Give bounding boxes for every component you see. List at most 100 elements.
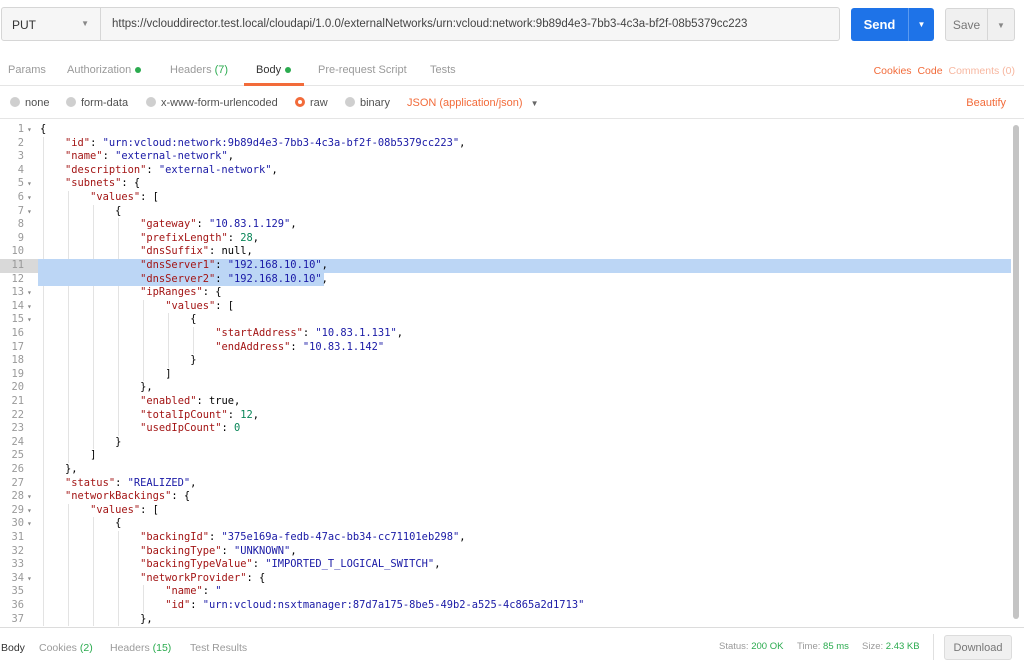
editor-line: 17 "endAddress": "10.83.1.142" (0, 341, 1011, 355)
code-text: "values": [ (165, 299, 235, 312)
code-editor[interactable]: 1 ▾{2 "id": "urn:vcloud:network:9b89d4e3-7… (0, 121, 1024, 626)
status-value: 200 OK (751, 641, 784, 652)
line-number: 20 (11, 381, 24, 394)
tab-params-label: Params (8, 64, 46, 76)
fold-toggle-icon[interactable]: ▾ (27, 191, 32, 205)
code-text: { (115, 204, 122, 217)
line-number: 3 (17, 150, 24, 163)
chevron-down-icon: ▼ (997, 21, 1005, 30)
editor-line: 8 "gateway": "10.83.1.129", (0, 218, 1011, 232)
code-text: }, (140, 381, 153, 394)
line-number: 4 (17, 163, 24, 176)
size-label: Size: (862, 641, 884, 652)
editor-line: 25] (0, 449, 1011, 463)
tab-body[interactable]: Body (256, 64, 292, 76)
line-number: 1 (17, 123, 24, 135)
response-tab-cookies[interactable]: Cookies (2) (39, 642, 93, 654)
line-number: 26 (11, 463, 24, 475)
send-button[interactable]: Send (851, 8, 908, 41)
code-text: ] (165, 367, 172, 380)
tab-pre-request-script[interactable]: Pre-request Script (318, 64, 407, 76)
fold-toggle-icon[interactable]: ▾ (27, 572, 32, 586)
response-tab-body[interactable]: Body (1, 642, 25, 654)
tab-headers-count: (7) (214, 64, 229, 76)
body-type-raw[interactable]: raw (295, 97, 328, 109)
line-number: 19 (11, 367, 24, 380)
save-button[interactable]: Save (945, 8, 988, 41)
beautify-link[interactable]: Beautify (966, 97, 1006, 109)
fold-toggle-icon[interactable]: ▾ (27, 313, 32, 327)
radio-icon (10, 97, 20, 107)
body-type-form-data[interactable]: form-data (66, 97, 128, 109)
send-options-button[interactable]: ▼ (908, 8, 934, 41)
response-tab-test-results-label: Test Results (190, 642, 248, 654)
editor-line: 36 "id": "urn:vcloud:nsxtmanager:87d7a175… (0, 599, 1011, 613)
code-text: "endAddress": "10.83.1.142" (215, 340, 385, 353)
line-number: 28 (11, 490, 24, 503)
code-text: "id": "urn:vcloud:nsxtmanager:87d7a175-8… (165, 599, 585, 611)
download-button[interactable]: Download (944, 635, 1012, 660)
editor-line: 6 ▾ "values": [ (0, 191, 1011, 205)
line-number: 32 (11, 544, 24, 557)
fold-toggle-icon[interactable]: ▾ (27, 517, 32, 531)
tab-headers-label: Headers (170, 64, 212, 76)
time-value: 85 ms (823, 641, 849, 652)
editor-line: 33 "backingTypeValue": "IMPORTED_T_LOGICA… (0, 558, 1011, 572)
fold-toggle-icon[interactable]: ▾ (27, 177, 32, 191)
line-number: 12 (11, 272, 24, 285)
editor-line: 11 "dnsServer1": "192.168.10.10", (0, 259, 1011, 273)
editor-line: 35 "name": " (0, 585, 1011, 599)
tab-headers[interactable]: Headers (7) (170, 64, 228, 76)
code-text: "backingId": "375e169a-fedb-47ac-bb34-cc… (140, 531, 466, 543)
line-number: 2 (17, 136, 24, 149)
chevron-down-icon: ▼ (530, 99, 539, 108)
code-text: "name": "external-network", (65, 150, 234, 163)
response-size: Size: 2.43 KB (862, 641, 920, 652)
line-number: 33 (11, 558, 24, 571)
editor-scrollbar-thumb[interactable] (1013, 125, 1019, 619)
url-input[interactable]: https://vclouddirector.test.local/clouda… (101, 7, 840, 41)
fold-toggle-icon[interactable]: ▾ (27, 490, 32, 504)
line-number: 36 (11, 599, 24, 611)
chevron-down-icon: ▼ (81, 19, 89, 28)
code-text: "dnsServer1": "192.168.10.10", (140, 259, 328, 271)
code-link[interactable]: Code (917, 65, 942, 77)
body-type-binary[interactable]: binary (345, 97, 390, 109)
tab-tests[interactable]: Tests (430, 64, 456, 76)
code-text: "gateway": "10.83.1.129", (140, 218, 297, 231)
editor-line: 13 ▾ "ipRanges": { (0, 286, 1011, 300)
editor-scrollbar[interactable] (1012, 121, 1020, 621)
fold-toggle-icon[interactable]: ▾ (27, 123, 32, 137)
body-type-none[interactable]: none (10, 97, 49, 109)
cookies-link[interactable]: Cookies (874, 65, 912, 77)
body-type-urlencoded[interactable]: x-www-form-urlencoded (146, 97, 278, 109)
code-text: ] (90, 449, 97, 462)
line-number: 25 (11, 449, 24, 462)
fold-toggle-icon[interactable]: ▾ (27, 286, 32, 300)
line-number: 15 (11, 313, 24, 326)
response-status: Status: 200 OK (719, 641, 783, 652)
code-text: "networkProvider": { (140, 571, 266, 584)
body-format-label: JSON (application/json) (407, 97, 523, 109)
active-tab-indicator (244, 83, 304, 86)
editor-line: 32 "backingType": "UNKNOWN", (0, 545, 1011, 559)
editor-line: 5 ▾ "subnets": { (0, 177, 1011, 191)
response-tab-test-results[interactable]: Test Results (190, 642, 247, 654)
body-type-none-label: none (25, 97, 50, 109)
fold-toggle-icon[interactable]: ▾ (27, 300, 32, 314)
code-text: "values": [ (90, 191, 159, 203)
fold-toggle-icon[interactable]: ▾ (27, 205, 32, 219)
time-label: Time: (797, 641, 821, 652)
method-select[interactable]: PUT ▼ (1, 7, 101, 41)
response-tab-headers[interactable]: Headers (15) (110, 642, 171, 654)
code-text: { (115, 517, 122, 530)
save-options-button[interactable]: ▼ (988, 8, 1015, 41)
tab-body-label: Body (256, 64, 282, 76)
comments-link[interactable]: Comments (0) (948, 65, 1015, 77)
tab-authorization[interactable]: Authorization (67, 64, 142, 76)
response-tab-body-label: Body (1, 642, 25, 654)
body-format-select[interactable]: JSON (application/json) ▼ (407, 97, 538, 109)
fold-toggle-icon[interactable]: ▾ (27, 504, 32, 518)
tab-params[interactable]: Params (8, 64, 46, 76)
line-number: 9 (17, 231, 24, 244)
